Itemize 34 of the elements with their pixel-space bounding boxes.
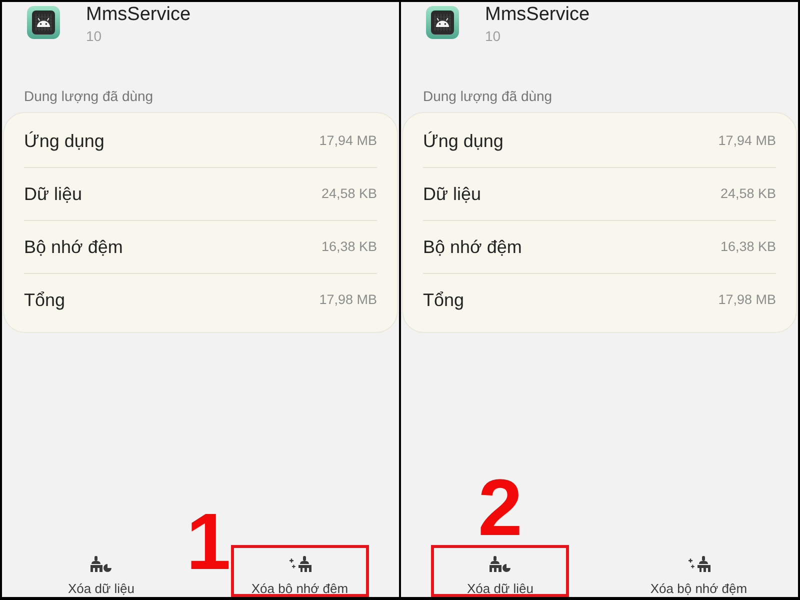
storage-value: 17,94 MB — [319, 132, 377, 148]
storage-label: Tổng — [423, 289, 464, 311]
step-number: 2 — [478, 478, 522, 538]
robot-app-icon — [27, 6, 60, 39]
app-name: MmsService — [86, 4, 191, 26]
storage-value: 17,94 MB — [718, 132, 776, 148]
storage-label: Dữ liệu — [423, 183, 482, 205]
storage-label: Ứng dụng — [423, 130, 504, 152]
clear-cache-button[interactable]: Xóa bộ nhớ đệm — [642, 545, 756, 597]
storage-label: Tổng — [24, 289, 66, 311]
app-name: MmsService — [485, 4, 590, 26]
storage-value: 17,98 MB — [319, 292, 377, 308]
step-number: 1 — [186, 512, 231, 572]
brush-pie-icon — [489, 556, 512, 572]
section-title: Dung lượng đã dùng — [423, 87, 552, 105]
storage-label: Dữ liệu — [24, 183, 82, 205]
brush-pie-icon — [90, 556, 112, 572]
section-title: Dung lượng đã dùng — [24, 87, 154, 105]
brush-sparkle-icon — [288, 556, 312, 572]
storage-value: 17,98 MB — [718, 292, 776, 308]
app-version: 10 — [485, 27, 502, 45]
app-version: 10 — [86, 27, 103, 45]
clear-data-button[interactable]: Xóa dữ liệu — [458, 545, 542, 597]
robot-app-icon — [426, 6, 459, 39]
brush-sparkle-icon — [686, 556, 711, 572]
storage-value: 24,58 KB — [720, 186, 776, 202]
storage-value: 16,38 KB — [720, 239, 776, 255]
storage-label: Ứng dụng — [24, 130, 104, 152]
clear-cache-button[interactable]: Xóa bộ nhớ đệm — [243, 545, 356, 597]
storage-label: Bộ nhớ đệm — [423, 236, 522, 258]
storage-label: Bộ nhớ đệm — [24, 236, 123, 258]
clear-data-button[interactable]: Xóa dữ liệu — [60, 545, 143, 597]
storage-value: 16,38 KB — [321, 239, 377, 255]
storage-value: 24,58 KB — [321, 186, 377, 202]
